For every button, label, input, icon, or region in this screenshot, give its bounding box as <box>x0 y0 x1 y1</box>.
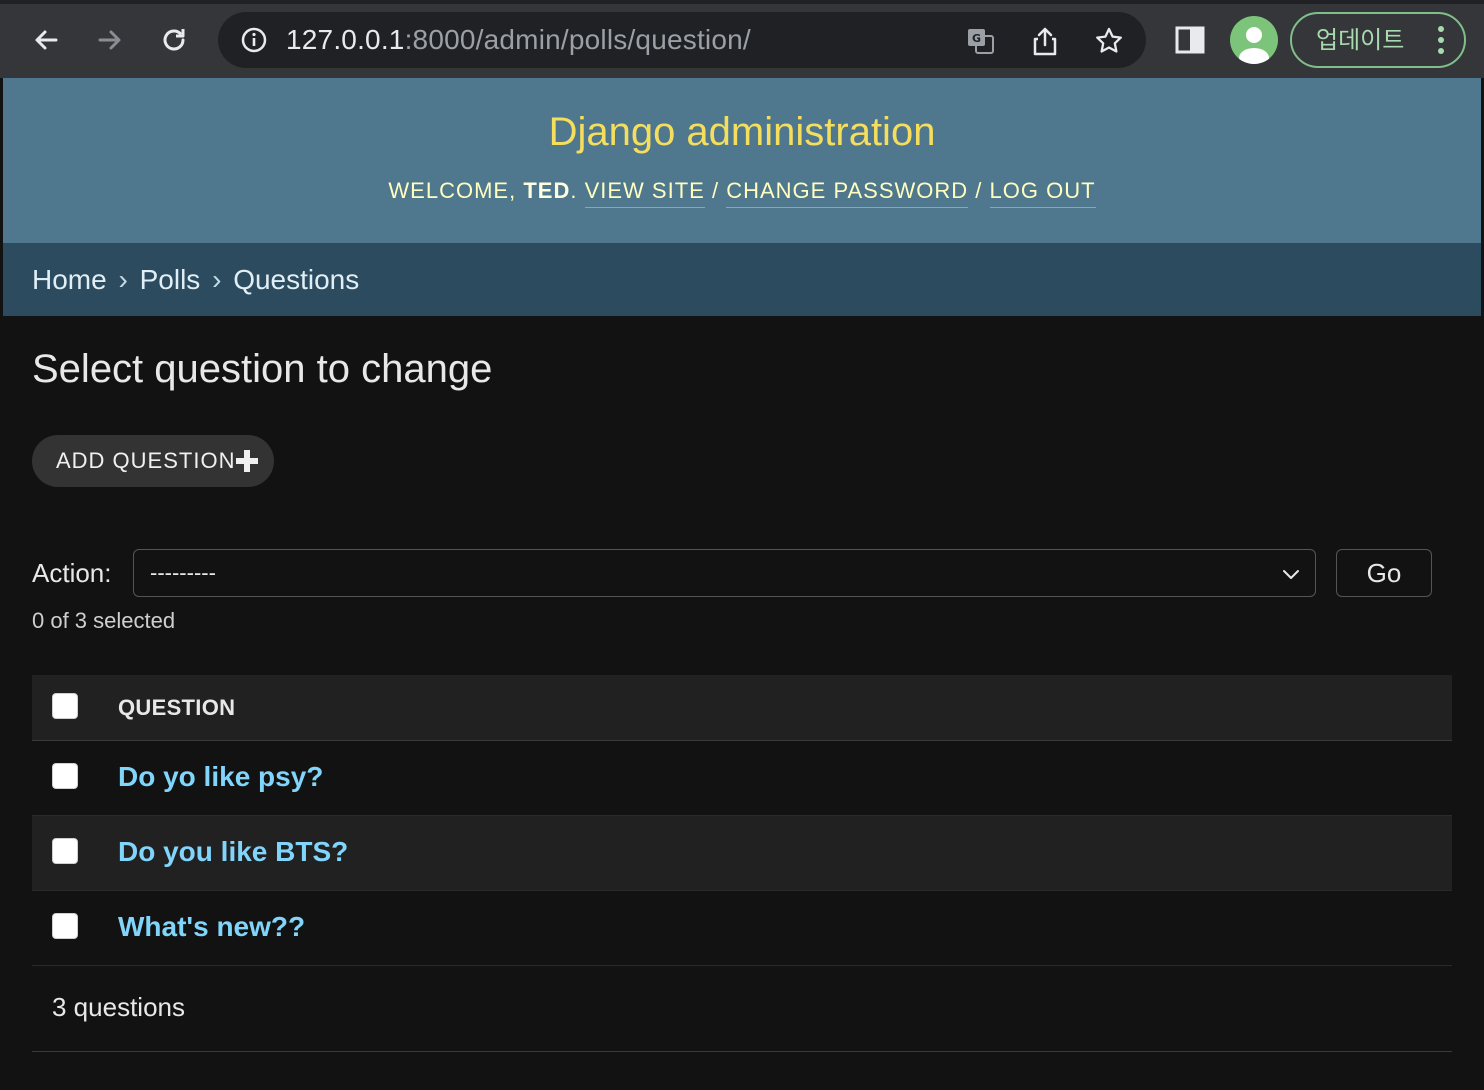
selected-count: 0 of 3 selected <box>32 608 176 633</box>
update-button[interactable]: 업데이트 <box>1290 12 1466 68</box>
page-title: Select question to change <box>32 347 493 391</box>
results-table: Question Do yo like psy? Do you like BTS… <box>32 675 1452 1052</box>
browser-toolbar: 127.0.0.1:8000/admin/polls/question/ G 업… <box>0 0 1484 78</box>
add-question-label: Add question <box>56 448 236 473</box>
paginator: 3 questions <box>32 966 1452 1052</box>
forward-arrow-icon[interactable] <box>90 20 130 60</box>
log-out-link[interactable]: Log out <box>989 178 1096 208</box>
plus-icon <box>236 450 258 472</box>
url-text[interactable]: 127.0.0.1:8000/admin/polls/question/ <box>286 24 751 56</box>
back-arrow-icon[interactable] <box>26 20 66 60</box>
breadcrumb-home[interactable]: Home <box>32 264 107 295</box>
view-site-link[interactable]: View site <box>584 178 705 208</box>
url-host: 127.0.0.1 <box>286 24 405 55</box>
table-row: Do you like BTS? <box>32 816 1452 891</box>
user-tools: Welcome, Ted. View site / Change passwor… <box>3 178 1481 208</box>
table-row: Do yo like psy? <box>32 741 1452 816</box>
breadcrumb-separator: › <box>118 264 128 295</box>
translate-icon[interactable]: G <box>966 26 996 56</box>
breadcrumb-polls[interactable]: Polls <box>140 264 201 295</box>
go-button[interactable]: Go <box>1336 549 1432 597</box>
question-link[interactable]: Do yo like psy? <box>118 761 323 793</box>
question-link[interactable]: What's new?? <box>118 911 305 943</box>
update-label: 업데이트 <box>1316 26 1405 54</box>
username: Ted <box>523 178 571 203</box>
separator: / <box>711 178 720 203</box>
url-path: :8000/admin/polls/question/ <box>404 24 751 55</box>
site-header: Django administration Welcome, Ted. View… <box>3 78 1481 243</box>
address-bar[interactable]: 127.0.0.1:8000/admin/polls/question/ G <box>218 12 1146 68</box>
site-title[interactable]: Django administration <box>3 108 1481 156</box>
column-header-question[interactable]: Question <box>118 695 235 721</box>
info-icon[interactable] <box>240 26 268 59</box>
side-panel-icon[interactable] <box>1174 24 1206 56</box>
select-all-checkbox[interactable] <box>52 693 78 719</box>
result-count: 3 questions <box>52 992 185 1022</box>
table-header: Question <box>32 675 1452 741</box>
chevron-down-icon <box>1281 564 1301 589</box>
share-icon[interactable] <box>1030 26 1060 56</box>
action-select[interactable]: --------- <box>133 549 1316 597</box>
star-icon[interactable] <box>1094 26 1124 56</box>
row-checkbox[interactable] <box>52 838 78 864</box>
question-link[interactable]: Do you like BTS? <box>118 836 348 868</box>
profile-avatar[interactable] <box>1230 16 1278 64</box>
breadcrumb-separator: › <box>212 264 222 295</box>
breadcrumb-current: Questions <box>233 264 360 295</box>
tab-strip-edge <box>0 0 1484 4</box>
svg-text:G: G <box>972 32 981 45</box>
row-checkbox[interactable] <box>52 763 78 789</box>
add-question-button[interactable]: Add question <box>32 435 274 487</box>
table-row: What's new?? <box>32 891 1452 966</box>
breadcrumb: Home › Polls › Questions <box>3 243 1481 316</box>
reload-icon[interactable] <box>154 20 194 60</box>
action-label: Action: <box>32 558 112 588</box>
welcome-text: Welcome, <box>388 178 517 203</box>
separator: / <box>975 178 983 203</box>
row-checkbox[interactable] <box>52 913 78 939</box>
change-password-link[interactable]: Change password <box>726 178 969 208</box>
more-vert-icon[interactable] <box>1438 26 1444 54</box>
action-selected-value: --------- <box>150 560 216 585</box>
